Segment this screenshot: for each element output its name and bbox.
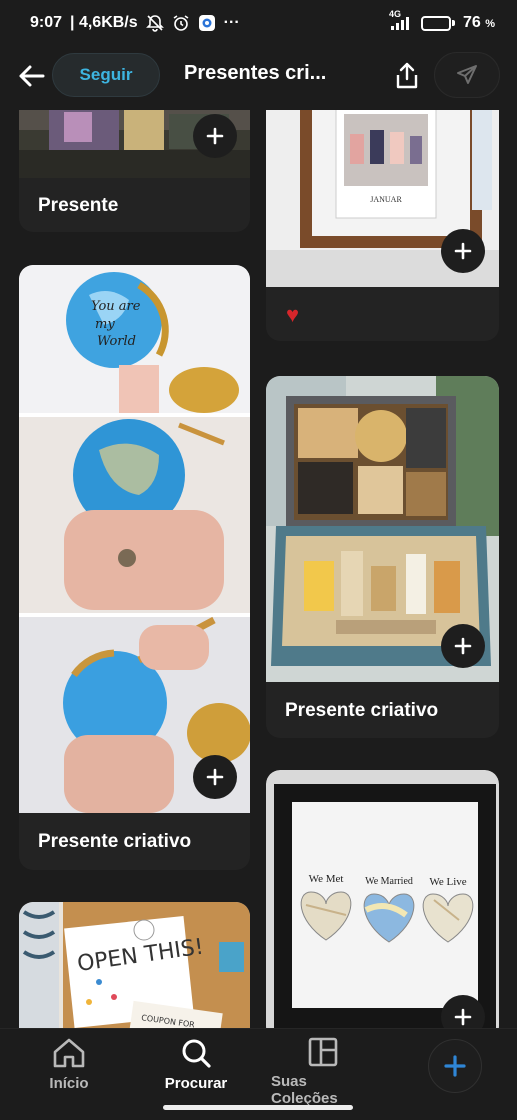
share-button[interactable] — [389, 58, 425, 94]
save-pin-button[interactable] — [193, 114, 237, 158]
nav-search-label: Procurar — [164, 1075, 228, 1092]
frame-month-text: JANUAR — [370, 195, 402, 204]
status-more-dots: ··· — [223, 14, 240, 31]
pin-card[interactable]: OPEN THIS! COUPON FOR — [19, 902, 250, 1028]
pin-image-open-this-box[interactable]: OPEN THIS! COUPON FOR — [19, 902, 250, 1028]
plus-icon — [454, 1008, 472, 1026]
signal-icon: 4G — [389, 9, 413, 31]
home-indicator[interactable] — [163, 1105, 353, 1110]
heart-reaction-icon[interactable]: ♥ — [286, 304, 299, 326]
status-right: 4G 76 % — [389, 9, 495, 32]
status-left: 9:07 | 4,6KB/s ··· — [30, 14, 240, 32]
send-button[interactable] — [434, 52, 500, 98]
nav-home-label: Início — [49, 1075, 89, 1092]
plus-icon — [454, 637, 472, 655]
nav-collections-label: Suas Coleções — [271, 1073, 338, 1107]
save-pin-button[interactable] — [441, 624, 485, 668]
pin-card[interactable]: Presente criativo — [266, 376, 499, 738]
follow-button[interactable]: Seguir — [52, 53, 160, 97]
frame-label-met: We Met — [309, 873, 344, 885]
plus-icon — [444, 1055, 466, 1077]
bell-muted-icon — [145, 14, 164, 32]
pin-card[interactable]: We Met We Married We Live — [266, 770, 499, 1028]
pin-image-painted-globe[interactable]: You are my World — [19, 265, 250, 813]
save-pin-button[interactable] — [441, 229, 485, 273]
nav-home[interactable]: Início — [45, 1037, 93, 1092]
svg-text:World: World — [97, 334, 136, 349]
pin-feed[interactable]: Presente JANUAR ♥ You are my World Prese… — [0, 110, 517, 1028]
pin-card[interactable]: Presente — [19, 110, 250, 232]
page-title: Presentes cri... — [184, 62, 327, 84]
plus-icon — [454, 242, 472, 260]
battery-value: 76 — [462, 14, 481, 31]
board-header: Seguir Presentes cri... — [0, 50, 517, 102]
status-bar: 9:07 | 4,6KB/s ··· 4G 76 % — [0, 0, 517, 46]
pin-card[interactable]: You are my World Presente criativo — [19, 265, 250, 870]
back-arrow-icon — [19, 65, 45, 87]
plus-icon — [206, 768, 224, 786]
frame-label-live: We Live — [429, 876, 466, 888]
pin-title: Presente criativo — [38, 831, 192, 852]
screen: 9:07 | 4,6KB/s ··· 4G 76 % Seguir Presen… — [0, 0, 517, 1120]
search-icon — [182, 1039, 211, 1068]
home-icon — [53, 1038, 85, 1068]
status-time: 9:07 — [30, 14, 63, 31]
pin-card[interactable]: JANUAR ♥ — [266, 110, 499, 341]
send-icon — [457, 65, 477, 84]
battery-body — [420, 15, 451, 31]
svg-text:You are: You are — [91, 299, 141, 314]
battery-icon — [420, 15, 455, 31]
create-button[interactable] — [428, 1039, 482, 1093]
battery-tip — [451, 20, 455, 26]
battery-unit: % — [485, 18, 495, 30]
back-button[interactable] — [14, 59, 48, 93]
nav-search[interactable]: Procurar — [160, 1037, 232, 1092]
app-notification-icon — [198, 14, 216, 32]
alarm-icon — [172, 14, 190, 32]
plus-icon — [206, 127, 224, 145]
frame-label-married: We Married — [365, 876, 413, 887]
pin-image-heart-maps-frame[interactable]: We Met We Married We Live — [266, 770, 499, 1028]
share-icon — [396, 62, 418, 89]
pin-title: Presente — [38, 195, 119, 216]
battery-percent: 76 % — [463, 14, 495, 32]
nav-collections[interactable]: Suas Coleções — [271, 1037, 375, 1107]
collections-icon — [308, 1037, 338, 1067]
save-pin-button[interactable] — [193, 755, 237, 799]
pin-title: Presente criativo — [285, 700, 439, 721]
status-speed: | 4,6KB/s — [70, 14, 138, 31]
svg-text:my: my — [95, 317, 115, 332]
network-type: 4G — [388, 9, 401, 19]
